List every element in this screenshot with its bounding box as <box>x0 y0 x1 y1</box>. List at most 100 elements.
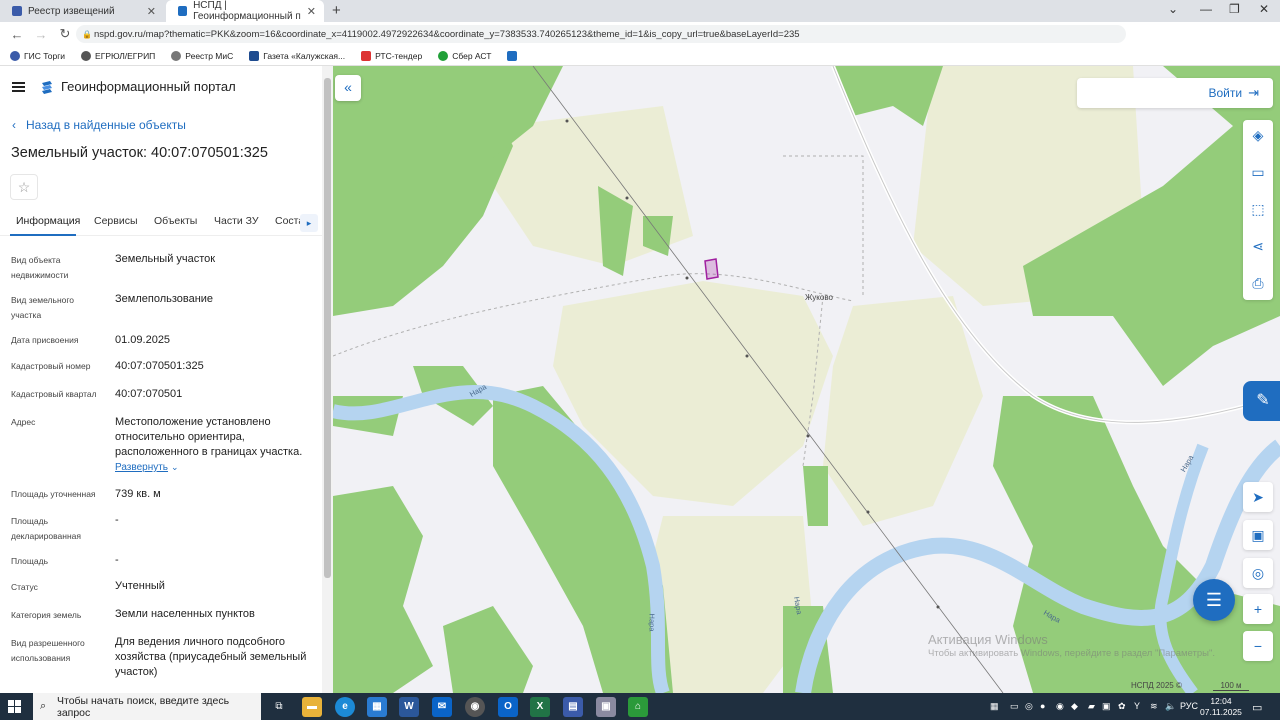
support-chat-icon[interactable]: ✎ <box>1243 381 1280 421</box>
bookmark-item[interactable]: Реестр МиС <box>171 50 233 61</box>
reload-icon[interactable]: ↻ <box>58 26 72 42</box>
tab-parts[interactable]: Части ЗУ <box>214 215 259 227</box>
scrollbar-thumb[interactable] <box>324 78 331 578</box>
taskbar-search[interactable]: ⌕ Чтобы начать поиск, введите здесь запр… <box>33 693 261 720</box>
home-app-icon[interactable]: ⌂ <box>628 697 648 717</box>
nspd-icon <box>178 6 188 16</box>
forest-area <box>803 466 828 526</box>
tray-icon[interactable]: ▰ <box>1088 701 1095 712</box>
wifi-icon[interactable]: ≋ <box>1150 701 1158 712</box>
location-arrow-icon[interactable]: ➤ <box>1243 482 1273 512</box>
browser-tab-active[interactable]: НСПД | Геоинформационный п ✕ <box>166 0 324 22</box>
tray-icon[interactable]: ● <box>1040 701 1045 711</box>
tray-icon[interactable]: ◉ <box>1056 701 1064 712</box>
back-to-results-link[interactable]: ‹ Назад в найденные объекты <box>12 118 186 132</box>
app-icon[interactable]: ▣ <box>596 697 616 717</box>
back-arrow-icon[interactable]: ← <box>10 27 24 42</box>
tray-icon[interactable]: ▭ <box>1010 701 1019 712</box>
close-icon[interactable]: ✕ <box>307 5 316 18</box>
bookmark-item[interactable]: РТС-тендер <box>361 50 422 61</box>
panel-scrollbar[interactable] <box>322 66 333 693</box>
map-view[interactable]: Жуково Нара Нара Нара Нара Нара « Войти … <box>333 66 1280 693</box>
mail-icon[interactable]: ✉ <box>432 697 452 717</box>
url-text: nspd.gov.ru/map?thematic=PKK&zoom=16&coo… <box>94 28 800 40</box>
screen: Реестр извещений ✕ НСПД | Геоинформацион… <box>0 0 1280 720</box>
bookmark-item[interactable] <box>507 50 521 61</box>
login-arrow-icon: ⇥ <box>1248 85 1259 100</box>
zoom-in-icon[interactable]: + <box>1243 594 1273 624</box>
tab-services[interactable]: Сервисы <box>94 215 138 227</box>
ruler-icon[interactable]: ▭ <box>1243 157 1273 187</box>
store-icon[interactable]: ▦ <box>367 697 387 717</box>
close-icon[interactable]: ✕ <box>147 5 156 18</box>
tab-label: Реестр извещений <box>28 5 115 17</box>
task-view-icon[interactable]: ⧉ <box>269 697 289 717</box>
field-label: Площадь <box>11 556 49 566</box>
select-area-icon[interactable]: ⬚ <box>1243 194 1273 224</box>
share-icon[interactable]: ⋖ <box>1243 231 1273 261</box>
restore-icon[interactable]: ❐ <box>1229 2 1240 16</box>
tray-icon[interactable]: Y <box>1134 701 1140 711</box>
word-icon[interactable]: W <box>399 697 419 717</box>
bookmark-item[interactable]: Газета «Калужская... <box>249 50 345 61</box>
village-label: Жуково <box>805 293 833 302</box>
chevron-down-icon[interactable]: ⌄ <box>171 462 179 473</box>
minimap-icon[interactable]: ▣ <box>1243 520 1273 550</box>
language-indicator[interactable]: РУС <box>1180 701 1198 711</box>
notification-icon[interactable]: ▭ <box>1252 701 1262 714</box>
bookmark-item[interactable]: ЕГРЮЛ/ЕГРИП <box>81 50 155 61</box>
field-value: 739 кв. м <box>115 488 161 500</box>
tray-icon[interactable]: ▣ <box>1102 701 1111 712</box>
bookmark-item[interactable]: ГИС Торги <box>10 50 65 61</box>
field-value: Земли населенных пунктов <box>115 608 255 620</box>
expand-link[interactable]: Развернуть <box>115 462 168 473</box>
speaker-icon[interactable]: 🔈 <box>1165 701 1176 712</box>
info-panel: Геоинформационный портал ‹ Назад в найде… <box>0 66 322 693</box>
file-explorer-icon[interactable]: ▬ <box>302 697 322 717</box>
tray-icon[interactable]: ▦ <box>990 701 999 712</box>
selected-parcel[interactable] <box>704 258 719 280</box>
map-copyright: НСПД 2025 © <box>1131 681 1182 690</box>
pylon <box>685 276 689 280</box>
outlook-icon[interactable]: O <box>498 697 518 717</box>
tab-objects[interactable]: Объекты <box>154 215 197 227</box>
zoom-out-icon[interactable]: − <box>1243 631 1273 661</box>
minimize-icon[interactable]: — <box>1200 2 1212 16</box>
forward-arrow-icon[interactable]: → <box>34 27 48 42</box>
windows-start-icon[interactable] <box>8 700 21 713</box>
url-field[interactable]: 🔒 nspd.gov.ru/map?thematic=PKK&zoom=16&c… <box>76 25 1126 43</box>
bookmark-item[interactable]: Сбер АСТ <box>438 50 491 61</box>
app-icon[interactable]: ▤ <box>563 697 583 717</box>
close-window-icon[interactable]: ✕ <box>1259 2 1269 16</box>
bookmarks-bar: ГИС Торги ЕГРЮЛ/ЕГРИП Реестр МиС Газета … <box>0 46 1280 66</box>
pylon <box>565 119 569 123</box>
tabs-scroll-right-icon[interactable]: ▸ <box>300 214 318 232</box>
favorite-star-icon[interactable]: ☆ <box>10 174 38 200</box>
excel-icon[interactable]: X <box>530 697 550 717</box>
tray-icon[interactable]: ◆ <box>1071 701 1078 712</box>
collapse-panel-icon[interactable]: « <box>335 75 361 101</box>
new-tab-icon[interactable]: + <box>332 2 341 19</box>
tray-icon[interactable]: ✿ <box>1118 701 1126 712</box>
clock[interactable]: 12:04 07.11.2025 <box>1200 696 1242 718</box>
layers-icon[interactable]: ◈ <box>1243 120 1273 150</box>
field-label: Вид разрешенного использования <box>11 638 85 663</box>
field-label: Категория земель <box>11 610 82 620</box>
chrome-icon[interactable]: ◉ <box>465 697 485 717</box>
field-value: 40:07:070501:325 <box>115 360 204 372</box>
field-label: Кадастровый квартал <box>11 389 97 399</box>
chevron-left-icon: ‹ <box>12 118 16 132</box>
edge-icon[interactable]: e <box>335 697 355 717</box>
tab-info[interactable]: Информация <box>16 215 80 227</box>
hamburger-menu-icon[interactable] <box>12 82 25 92</box>
gerb-icon <box>10 50 20 61</box>
browser-tab[interactable]: Реестр извещений ✕ <box>0 0 164 22</box>
geolocate-icon[interactable]: ◎ <box>1243 558 1273 588</box>
login-button[interactable]: Войти ⇥ <box>1077 78 1273 108</box>
chevron-down-icon[interactable]: ⌄ <box>1168 2 1178 16</box>
address-value: Местоположение установлено относительно … <box>115 416 303 458</box>
tray-icon[interactable]: ◎ <box>1025 701 1033 712</box>
object-title: Земельный участок: 40:07:070501:325 <box>11 145 268 161</box>
chat-bubble-icon[interactable]: ☰ <box>1193 579 1235 621</box>
print-icon[interactable]: ⎙ <box>1243 268 1273 298</box>
